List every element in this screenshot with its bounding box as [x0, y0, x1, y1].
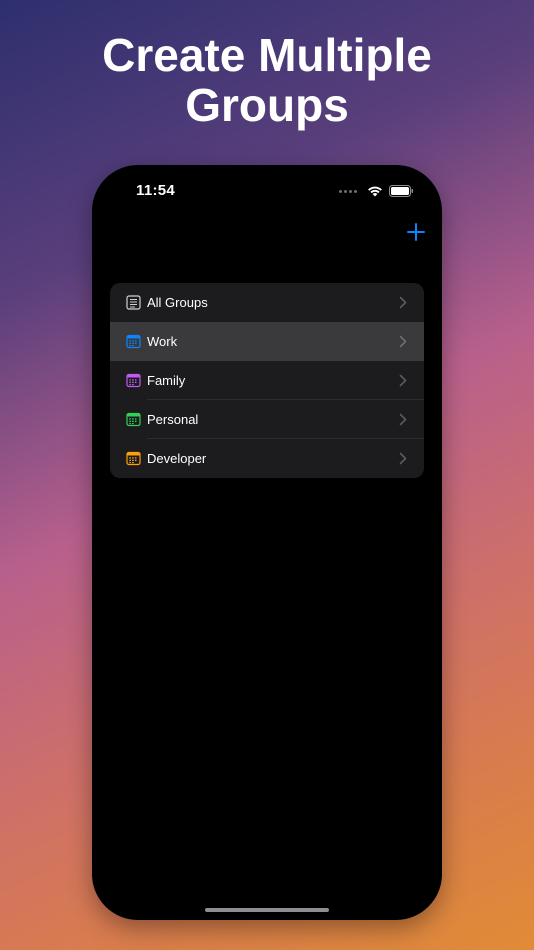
headline-line-2: Groups: [185, 79, 349, 131]
chevron-right-icon: [399, 374, 407, 387]
headline: Create Multiple Groups: [0, 30, 534, 130]
group-list: All Groups Work Family Personal Develope…: [110, 283, 424, 478]
group-label: Work: [147, 334, 178, 349]
home-indicator[interactable]: [205, 908, 329, 912]
plus-icon: [407, 223, 425, 241]
group-label: All Groups: [147, 295, 208, 310]
phone-screen: 11:54 All Groups Work Family Personal De…: [92, 165, 442, 920]
group-label: Developer: [147, 451, 207, 466]
group-label: Family: [147, 373, 186, 388]
wifi-icon: [368, 186, 382, 197]
group-row-personal[interactable]: Personal: [110, 400, 424, 439]
group-row-developer[interactable]: Developer: [110, 439, 424, 478]
headline-line-1: Create Multiple: [102, 29, 432, 81]
group-row-work[interactable]: Work: [110, 322, 424, 361]
calendar-icon: [126, 451, 141, 466]
group-label: Personal: [147, 412, 199, 427]
signal-dots-icon: [339, 189, 357, 193]
list-icon: [126, 295, 141, 310]
group-row-family[interactable]: Family: [110, 361, 424, 400]
chevron-right-icon: [399, 335, 407, 348]
add-group-button[interactable]: [404, 220, 428, 244]
chevron-right-icon: [399, 452, 407, 465]
chevron-right-icon: [399, 296, 407, 309]
battery-icon: [389, 185, 413, 197]
chevron-right-icon: [399, 413, 407, 426]
status-icons: [339, 184, 414, 198]
group-row-all-groups[interactable]: All Groups: [110, 283, 424, 322]
calendar-icon: [126, 334, 141, 349]
status-time: 11:54: [136, 182, 176, 199]
calendar-icon: [126, 373, 141, 388]
calendar-icon: [126, 412, 141, 427]
